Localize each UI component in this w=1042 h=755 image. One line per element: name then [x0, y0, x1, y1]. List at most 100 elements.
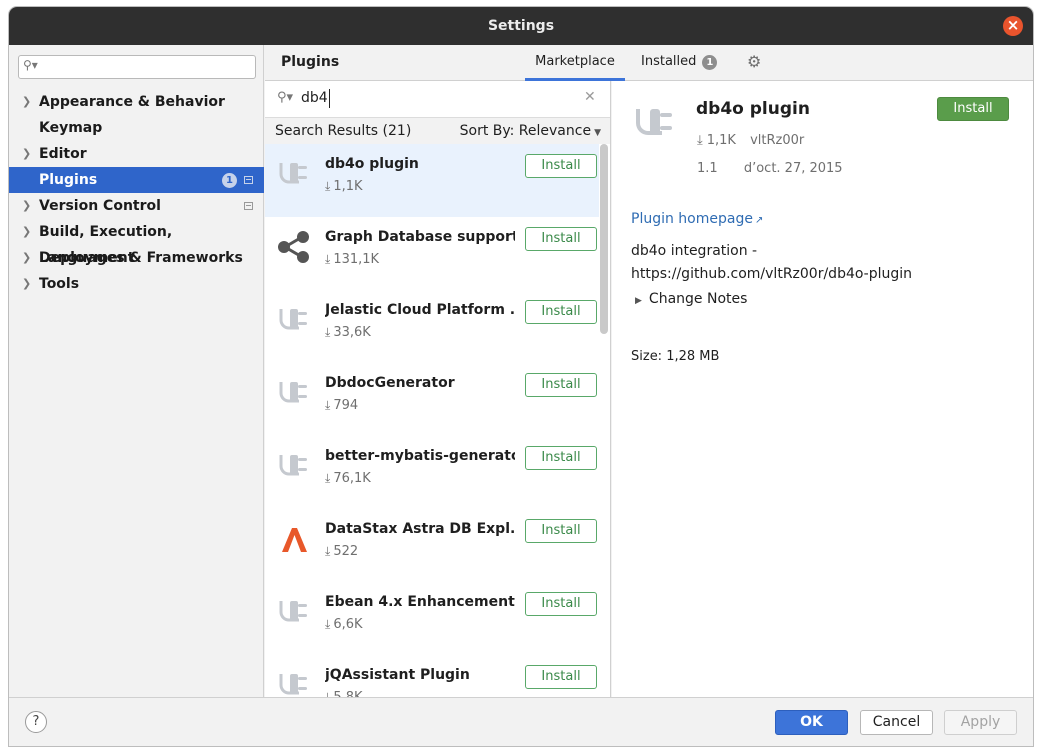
install-button[interactable]: Install — [525, 665, 597, 689]
tab-installed[interactable]: Installed 1 — [641, 45, 718, 81]
plugin-list: db4o plugin ⤓ 1,1K Install Graph Database su… — [265, 144, 599, 697]
title-bar: Settings × — [9, 7, 1033, 45]
download-count: 33,6K — [333, 325, 371, 340]
settings-search-input[interactable]: ⚲▾ — [18, 55, 256, 79]
change-notes-toggle[interactable]: ▶ Change Notes — [635, 291, 747, 307]
sidebar-item-languages[interactable]: ❯ Languages & Frameworks — [9, 245, 264, 271]
plugin-name: Ebean 4.x Enhancement — [325, 594, 515, 610]
sidebar-item-tools[interactable]: ❯ Tools — [9, 271, 264, 297]
install-button[interactable]: Install — [525, 154, 597, 178]
results-bar: Search Results (21) Sort By: Relevance ▼ — [265, 118, 610, 146]
plugin-size: Size: 1,28 MB — [631, 349, 720, 364]
plugin-homepage-link[interactable]: Plugin homepage ↗ — [631, 211, 763, 227]
description-line: db4o integration - — [631, 243, 758, 259]
astra-icon — [275, 520, 313, 558]
download-count: 1,1K — [706, 133, 736, 148]
triangle-right-icon: ▶ — [635, 296, 642, 306]
install-button[interactable]: Install — [937, 97, 1009, 121]
link-label: Plugin homepage — [631, 211, 753, 227]
plugin-list-item[interactable]: DataStax Astra DB Expl... ⤓ 522 Install — [265, 509, 599, 582]
chevron-right-icon[interactable]: ❯ — [22, 245, 31, 271]
results-count: Search Results (21) — [275, 123, 412, 139]
cancel-button[interactable]: Cancel — [860, 710, 933, 735]
close-icon[interactable]: × — [1003, 16, 1023, 36]
download-icon: ⤓ — [325, 325, 331, 339]
page-title: Plugins — [281, 54, 340, 70]
installed-count-badge: 1 — [702, 55, 718, 70]
download-icon: ⤓ — [325, 544, 331, 558]
plugin-list-item[interactable]: Graph Database support ⤓ 131,1K Install — [265, 217, 599, 290]
plugin-list-item[interactable]: better-mybatis-generator ⤓ 76,1K Install — [265, 436, 599, 509]
change-notes-label: Change Notes — [648, 291, 748, 307]
plugin-list-item[interactable]: Jelastic Cloud Platform ... ⤓ 33,6K Install — [265, 290, 599, 363]
clear-icon[interactable]: ✕ — [584, 89, 596, 105]
plugin-name: Jelastic Cloud Platform ... — [325, 302, 515, 318]
plugin-list-item[interactable]: DbdocGenerator ⤓ 794 Install — [265, 363, 599, 436]
plugin-list-item[interactable]: jQAssistant Plugin ⤓5,8K Install — [265, 655, 599, 697]
chevron-right-icon[interactable]: ❯ — [22, 271, 31, 297]
install-button[interactable]: Install — [525, 519, 597, 543]
download-count: 131,1K — [333, 252, 380, 267]
search-input[interactable]: db4 — [301, 90, 328, 106]
plugin-downloads: ⤓5,8K — [325, 690, 363, 697]
plug-icon — [275, 155, 313, 193]
tab-marketplace[interactable]: Marketplace — [525, 45, 625, 81]
sidebar-item-plugins[interactable]: Plugins 1 — [9, 167, 264, 193]
sort-dropdown[interactable]: Sort By: Relevance ▼ — [460, 118, 601, 146]
plugin-list-item[interactable]: Ebean 4.x Enhancement ⤓ 6,6K Install — [265, 582, 599, 655]
plug-icon — [275, 301, 313, 339]
updates-badge: 1 — [222, 173, 237, 188]
install-button[interactable]: Install — [525, 446, 597, 470]
ok-button[interactable]: OK — [775, 710, 848, 735]
chevron-right-icon[interactable]: ❯ — [22, 219, 31, 245]
download-icon: ⤓ — [697, 133, 703, 148]
plugin-downloads: ⤓ 1,1K — [325, 179, 363, 194]
plugin-detail-panel: db4o plugin Install ⤓ 1,1K vltRz00r 1.1 d… — [612, 81, 1033, 697]
sidebar-item-build[interactable]: ❯ Build, Execution, Deployment — [9, 219, 264, 266]
plugin-name: jQAssistant Plugin — [325, 667, 470, 683]
plugin-search-field[interactable]: ⚲▾ db4 ✕ — [265, 81, 610, 118]
chevron-right-icon[interactable]: ❯ — [22, 89, 31, 115]
install-button[interactable]: Install — [525, 300, 597, 324]
plugin-name: Graph Database support — [325, 229, 515, 245]
download-count: 76,1K — [333, 471, 371, 486]
dialog-footer: ? OK Cancel Apply — [9, 697, 1033, 746]
gear-icon[interactable]: ⚙ — [747, 52, 761, 71]
download-icon: ⤓ — [325, 398, 331, 412]
install-button[interactable]: Install — [525, 227, 597, 251]
share-icon — [275, 228, 313, 266]
download-icon: ⤓ — [325, 179, 331, 193]
plug-icon — [275, 374, 313, 412]
install-button[interactable]: Install — [525, 592, 597, 616]
tab-label: Marketplace — [535, 54, 615, 69]
plugin-meta: ⤓ 1,1K vltRz00r — [697, 133, 804, 148]
plugin-downloads: ⤓ 522 — [325, 544, 358, 559]
download-count: 1,1K — [333, 179, 363, 194]
text-cursor — [329, 89, 330, 108]
plugin-downloads: ⤓ 6,6K — [325, 617, 363, 632]
plugin-list-item[interactable]: db4o plugin ⤓ 1,1K Install — [265, 144, 599, 217]
sidebar-item-editor[interactable]: ❯ Editor — [9, 141, 264, 167]
install-button[interactable]: Install — [525, 373, 597, 397]
sidebar-item-label: Editor — [39, 146, 87, 162]
plugin-downloads: ⤓ 131,1K — [325, 252, 379, 267]
window-title: Settings — [487, 18, 555, 34]
download-count: 6,6K — [333, 617, 363, 632]
sidebar-item-version-control[interactable]: ❯ Version Control — [9, 193, 264, 219]
scrollbar[interactable] — [600, 144, 608, 334]
download-icon: ⤓ — [325, 617, 331, 631]
sidebar-item-label: Tools — [39, 276, 80, 292]
chevron-right-icon[interactable]: ❯ — [22, 141, 31, 167]
download-icon: ⤓ — [325, 471, 331, 485]
sidebar-item-label: Appearance & Behavior — [39, 94, 225, 110]
plugin-description: db4o integration - https://github.com/vl… — [631, 240, 1011, 286]
download-icon: ⤓ — [325, 690, 331, 697]
sidebar-item-appearance[interactable]: ❯ Appearance & Behavior — [9, 89, 264, 115]
chevron-right-icon[interactable]: ❯ — [22, 193, 31, 219]
download-count: 794 — [333, 398, 359, 413]
sidebar-item-keymap[interactable]: Keymap — [9, 115, 264, 141]
plugin-list-panel: ⚲▾ db4 ✕ Search Results (21) Sort By: Re… — [265, 81, 611, 697]
settings-tree: ❯ Appearance & Behavior Keymap ❯ Editor … — [9, 89, 264, 297]
plug-icon — [636, 109, 672, 135]
help-button[interactable]: ? — [25, 711, 47, 733]
